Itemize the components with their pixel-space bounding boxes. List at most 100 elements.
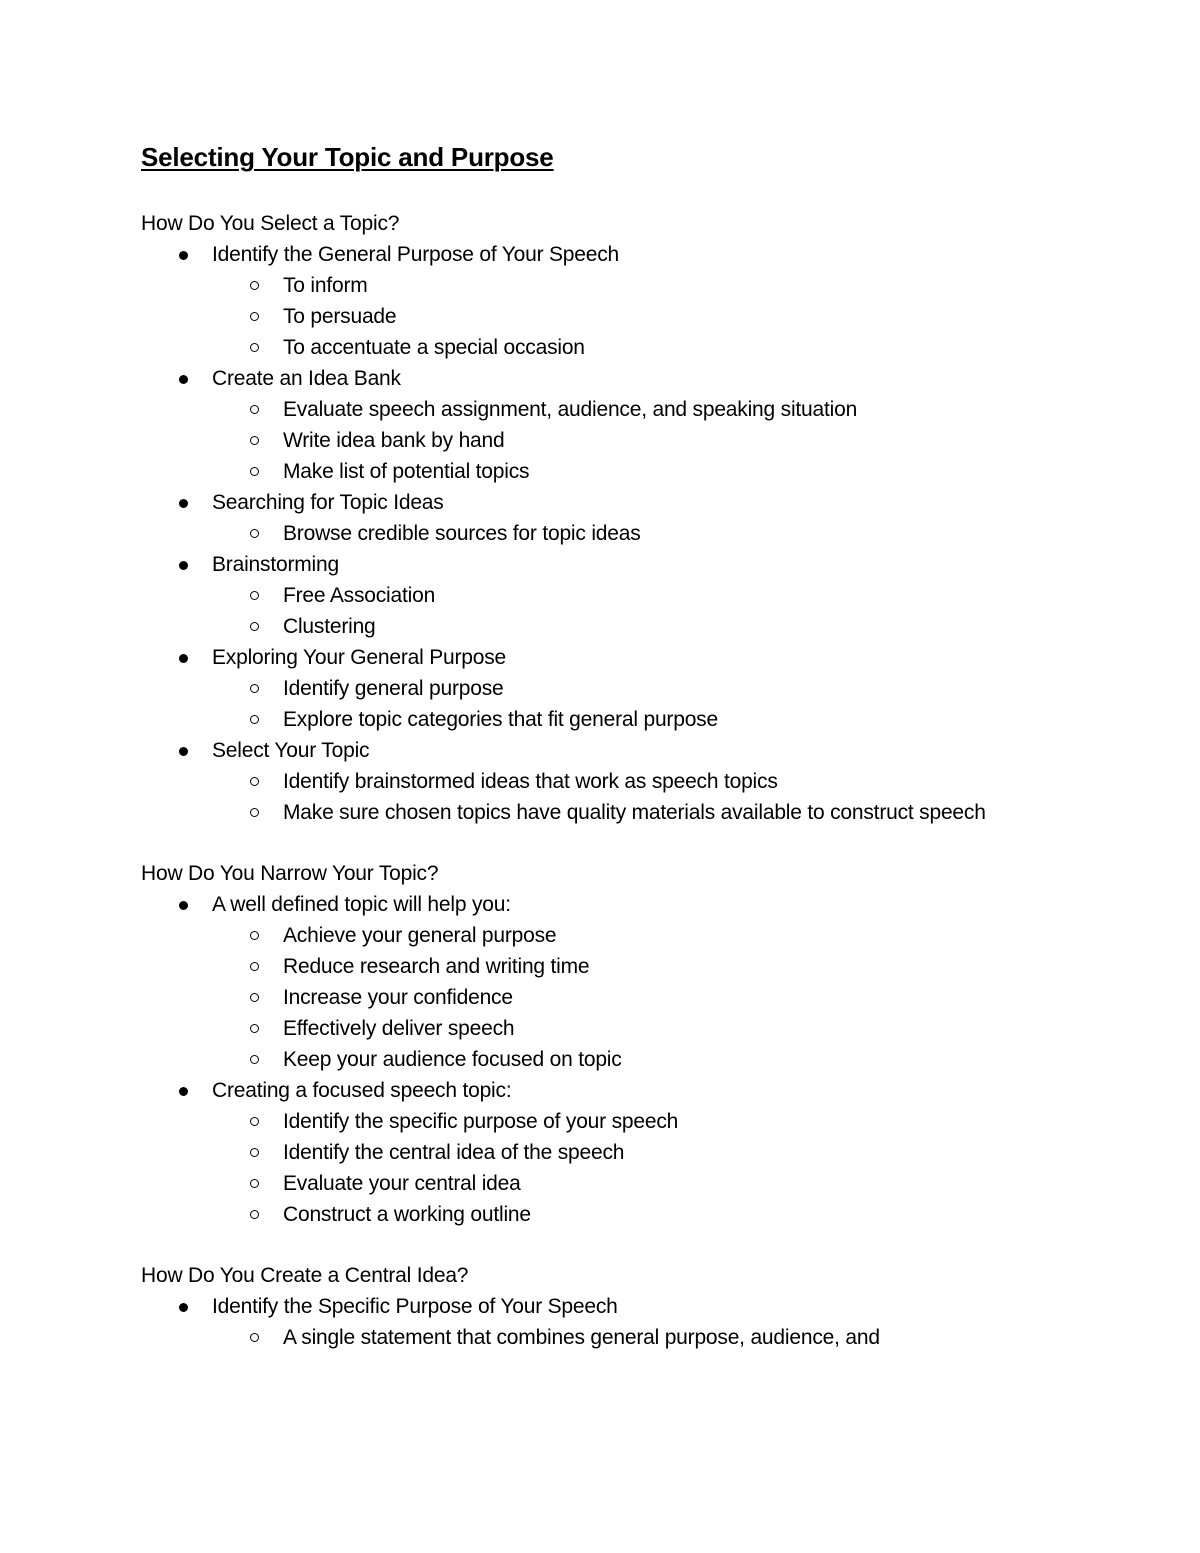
document-title: Selecting Your Topic and Purpose	[141, 142, 554, 172]
sub-list-item-text: To accentuate a special occasion	[283, 336, 585, 359]
hollow-bullet-icon	[250, 436, 259, 445]
sub-list-item: Increase your confidence	[212, 982, 1041, 1013]
list-item-text: Brainstorming	[212, 553, 339, 576]
sub-bullet-list: To inform To persuade To accentuate a sp…	[212, 270, 1041, 363]
filled-bullet-icon	[179, 499, 188, 508]
hollow-bullet-icon	[250, 777, 259, 786]
bullet-list: Identify the Specific Purpose of Your Sp…	[141, 1291, 1041, 1353]
list-item: Creating a focused speech topic: Identif…	[141, 1075, 1041, 1230]
hollow-bullet-icon	[250, 1117, 259, 1126]
hollow-bullet-icon	[250, 312, 259, 321]
sub-list-item: Evaluate speech assignment, audience, an…	[212, 394, 1041, 425]
bullet-list: Identify the General Purpose of Your Spe…	[141, 239, 1041, 828]
filled-bullet-icon	[179, 1303, 188, 1312]
filled-bullet-icon	[179, 747, 188, 756]
sub-list-item: Clustering	[212, 611, 1041, 642]
list-item: Brainstorming Free Association Clusterin…	[141, 549, 1041, 642]
sub-list-item-text: Clustering	[283, 615, 376, 638]
list-item-text: A well defined topic will help you:	[212, 893, 511, 916]
section-central-idea: How Do You Create a Central Idea? Identi…	[141, 1260, 1041, 1353]
sub-list-item: Evaluate your central idea	[212, 1168, 1041, 1199]
hollow-bullet-icon	[250, 343, 259, 352]
list-item-text: Identify the General Purpose of Your Spe…	[212, 243, 620, 266]
sub-bullet-list: Free Association Clustering	[212, 580, 1041, 642]
sub-bullet-list: A single statement that combines general…	[212, 1322, 1041, 1353]
hollow-bullet-icon	[250, 993, 259, 1002]
list-item: Searching for Topic Ideas Browse credibl…	[141, 487, 1041, 549]
filled-bullet-icon	[179, 654, 188, 663]
sub-list-item: A single statement that combines general…	[212, 1322, 1041, 1353]
hollow-bullet-icon	[250, 962, 259, 971]
sub-list-item: Identify the specific purpose of your sp…	[212, 1106, 1041, 1137]
sub-list-item-text: To inform	[283, 274, 368, 297]
hollow-bullet-icon	[250, 1179, 259, 1188]
sub-list-item-text: Reduce research and writing time	[283, 955, 590, 978]
sub-list-item-text: Make sure chosen topics have quality mat…	[283, 801, 986, 824]
sub-list-item: Identify brainstormed ideas that work as…	[212, 766, 1041, 797]
list-item-text: Creating a focused speech topic:	[212, 1079, 512, 1102]
sub-list-item: To inform	[212, 270, 1041, 301]
sub-list-item-text: Achieve your general purpose	[283, 924, 557, 947]
sub-list-item: Achieve your general purpose	[212, 920, 1041, 951]
section-heading: How Do You Create a Central Idea?	[141, 1264, 469, 1287]
sub-list-item: Identify general purpose	[212, 673, 1041, 704]
sub-list-item: Browse credible sources for topic ideas	[212, 518, 1041, 549]
document-page: Selecting Your Topic and Purpose How Do …	[141, 138, 1041, 1383]
filled-bullet-icon	[179, 901, 188, 910]
list-item: Identify the Specific Purpose of Your Sp…	[141, 1291, 1041, 1353]
sub-list-item-text: Make list of potential topics	[283, 460, 530, 483]
sub-list-item: Effectively deliver speech	[212, 1013, 1041, 1044]
sub-list-item: Free Association	[212, 580, 1041, 611]
sub-list-item-text: Identify brainstormed ideas that work as…	[283, 770, 778, 793]
list-item: Create an Idea Bank Evaluate speech assi…	[141, 363, 1041, 487]
hollow-bullet-icon	[250, 591, 259, 600]
sub-list-item: To persuade	[212, 301, 1041, 332]
hollow-bullet-icon	[250, 467, 259, 476]
sub-list-item: Make list of potential topics	[212, 456, 1041, 487]
sub-list-item-text: Evaluate your central idea	[283, 1172, 521, 1195]
hollow-bullet-icon	[250, 684, 259, 693]
filled-bullet-icon	[179, 375, 188, 384]
hollow-bullet-icon	[250, 281, 259, 290]
sub-list-item-text: To persuade	[283, 305, 397, 328]
filled-bullet-icon	[179, 1087, 188, 1096]
sub-list-item-text: Increase your confidence	[283, 986, 513, 1009]
sub-list-item-text: Effectively deliver speech	[283, 1017, 515, 1040]
filled-bullet-icon	[179, 251, 188, 260]
hollow-bullet-icon	[250, 1024, 259, 1033]
sub-list-item-text: Construct a working outline	[283, 1203, 531, 1226]
sub-list-item-text: A single statement that combines general…	[283, 1326, 880, 1349]
sub-list-item-text: Evaluate speech assignment, audience, an…	[283, 398, 858, 421]
hollow-bullet-icon	[250, 1148, 259, 1157]
sub-bullet-list: Browse credible sources for topic ideas	[212, 518, 1041, 549]
hollow-bullet-icon	[250, 1055, 259, 1064]
list-item-text: Exploring Your General Purpose	[212, 646, 507, 669]
filled-bullet-icon	[179, 561, 188, 570]
sub-list-item-text: Identify general purpose	[283, 677, 504, 700]
sub-list-item: Reduce research and writing time	[212, 951, 1041, 982]
list-item: Identify the General Purpose of Your Spe…	[141, 239, 1041, 363]
sub-list-item: Identify the central idea of the speech	[212, 1137, 1041, 1168]
list-item: Select Your Topic Identify brainstormed …	[141, 735, 1041, 828]
hollow-bullet-icon	[250, 529, 259, 538]
section-select-topic: How Do You Select a Topic? Identify the …	[141, 208, 1041, 828]
hollow-bullet-icon	[250, 715, 259, 724]
sub-list-item: Write idea bank by hand	[212, 425, 1041, 456]
sub-list-item-text: Browse credible sources for topic ideas	[283, 522, 641, 545]
sub-bullet-list: Identify general purpose Explore topic c…	[212, 673, 1041, 735]
sub-list-item: Keep your audience focused on topic	[212, 1044, 1041, 1075]
sub-list-item-text: Keep your audience focused on topic	[283, 1048, 622, 1071]
sub-list-item: Make sure chosen topics have quality mat…	[212, 797, 1041, 828]
section-narrow-topic: How Do You Narrow Your Topic? A well def…	[141, 858, 1041, 1230]
sub-list-item-text: Identify the central idea of the speech	[283, 1141, 625, 1164]
sub-bullet-list: Achieve your general purpose Reduce rese…	[212, 920, 1041, 1075]
bullet-list: A well defined topic will help you: Achi…	[141, 889, 1041, 1230]
hollow-bullet-icon	[250, 931, 259, 940]
list-item-text: Identify the Specific Purpose of Your Sp…	[212, 1295, 618, 1318]
hollow-bullet-icon	[250, 808, 259, 817]
sub-list-item: To accentuate a special occasion	[212, 332, 1041, 363]
sub-bullet-list: Evaluate speech assignment, audience, an…	[212, 394, 1041, 487]
list-item: A well defined topic will help you: Achi…	[141, 889, 1041, 1075]
sub-list-item: Explore topic categories that fit genera…	[212, 704, 1041, 735]
list-item: Exploring Your General Purpose Identify …	[141, 642, 1041, 735]
